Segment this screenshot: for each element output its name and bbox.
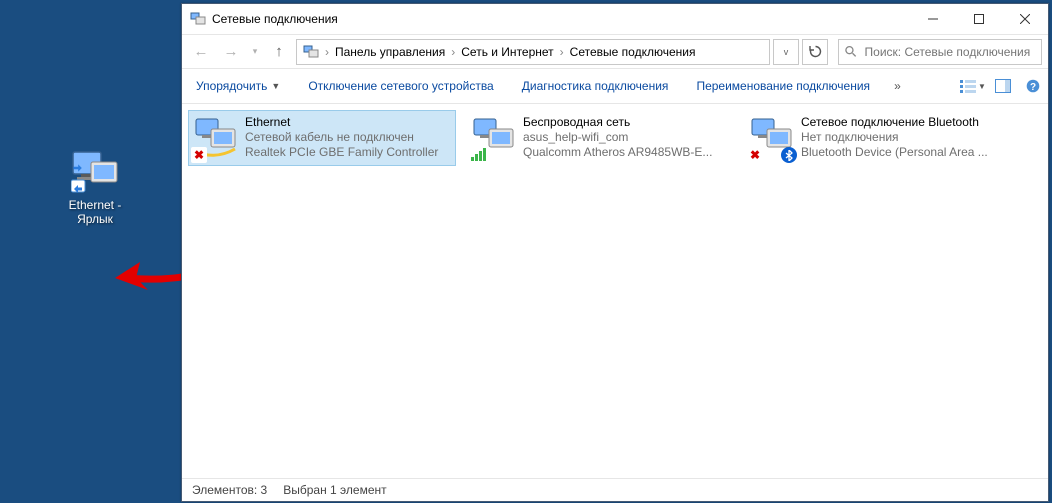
- search-icon: [845, 45, 857, 58]
- address-bar[interactable]: › Панель управления › Сеть и Интернет › …: [296, 39, 770, 65]
- window-title: Сетевые подключения: [212, 12, 910, 26]
- connection-status: Нет подключения: [801, 130, 1007, 145]
- connection-item-bluetooth[interactable]: Сетевое подключение Bluetooth Нет подклю…: [744, 110, 1012, 166]
- view-options-button[interactable]: ▼: [958, 69, 988, 103]
- connection-driver: Qualcomm Atheros AR9485WB-E...: [523, 145, 729, 160]
- more-menu[interactable]: »: [884, 69, 911, 103]
- svg-text:?: ?: [1030, 82, 1036, 93]
- recent-dropdown[interactable]: ▾: [248, 39, 262, 65]
- breadcrumb-item[interactable]: Сетевые подключения: [566, 40, 700, 64]
- connection-name: Беспроводная сеть: [523, 115, 729, 130]
- chevron-right-icon[interactable]: ›: [449, 45, 457, 59]
- back-button[interactable]: ←: [188, 39, 214, 65]
- breadcrumb-item[interactable]: Сеть и Интернет: [457, 40, 557, 64]
- disconnected-x-icon: [747, 147, 763, 163]
- disconnected-x-icon: [191, 147, 207, 163]
- status-count: Элементов: 3: [192, 483, 267, 497]
- address-dropdown[interactable]: v: [773, 39, 799, 65]
- ethernet-shortcut-icon: [71, 150, 119, 194]
- command-bar: Упорядочить▼ Отключение сетевого устройс…: [182, 69, 1048, 104]
- chevron-right-icon[interactable]: ›: [558, 45, 566, 59]
- network-connections-icon: [303, 44, 319, 60]
- connection-driver: Bluetooth Device (Personal Area ...: [801, 145, 1007, 160]
- help-button[interactable]: ?: [1018, 69, 1048, 103]
- organize-menu[interactable]: Упорядочить▼: [182, 69, 294, 103]
- connection-status: Сетевой кабель не подключен: [245, 130, 451, 145]
- network-connections-icon: [190, 11, 206, 27]
- bluetooth-icon: [781, 147, 797, 163]
- preview-pane-button[interactable]: [988, 69, 1018, 103]
- diagnose-connection-button[interactable]: Диагностика подключения: [508, 69, 683, 103]
- close-button[interactable]: [1002, 4, 1048, 34]
- signal-bars-icon: [471, 147, 489, 161]
- navigation-bar: ← → ▾ ↑ › Панель управления › Сеть и Инт…: [182, 35, 1048, 69]
- desktop-shortcut[interactable]: Ethernet - Ярлык: [55, 150, 135, 226]
- connection-status: asus_help-wifi_com: [523, 130, 729, 145]
- explorer-window: Сетевые подключения ← → ▾ ↑ › Панель упр…: [181, 3, 1049, 502]
- ethernet-icon: [193, 115, 239, 161]
- connection-item-wireless[interactable]: Беспроводная сеть asus_help-wifi_com Qua…: [466, 110, 734, 166]
- search-box[interactable]: [838, 39, 1042, 65]
- disable-device-button[interactable]: Отключение сетевого устройства: [294, 69, 507, 103]
- search-input[interactable]: [863, 44, 1035, 60]
- refresh-button[interactable]: [802, 39, 828, 65]
- maximize-button[interactable]: [956, 4, 1002, 34]
- status-selected: Выбран 1 элемент: [283, 483, 386, 497]
- titlebar[interactable]: Сетевые подключения: [182, 4, 1048, 35]
- bluetooth-connection-icon: [749, 115, 795, 161]
- up-button[interactable]: ↑: [266, 39, 292, 65]
- desktop-shortcut-label: Ethernet - Ярлык: [55, 198, 135, 226]
- connection-name: Ethernet: [245, 115, 451, 130]
- rename-connection-button[interactable]: Переименование подключения: [682, 69, 884, 103]
- connection-name: Сетевое подключение Bluetooth: [801, 115, 1007, 130]
- status-bar: Элементов: 3 Выбран 1 элемент: [182, 478, 1048, 501]
- connection-driver: Realtek PCIe GBE Family Controller: [245, 145, 451, 160]
- items-view[interactable]: Ethernet Сетевой кабель не подключен Rea…: [182, 104, 1048, 478]
- minimize-button[interactable]: [910, 4, 956, 34]
- connection-item-ethernet[interactable]: Ethernet Сетевой кабель не подключен Rea…: [188, 110, 456, 166]
- chevron-right-icon[interactable]: ›: [323, 45, 331, 59]
- forward-button[interactable]: →: [218, 39, 244, 65]
- wireless-icon: [471, 115, 517, 161]
- breadcrumb-item[interactable]: Панель управления: [331, 40, 449, 64]
